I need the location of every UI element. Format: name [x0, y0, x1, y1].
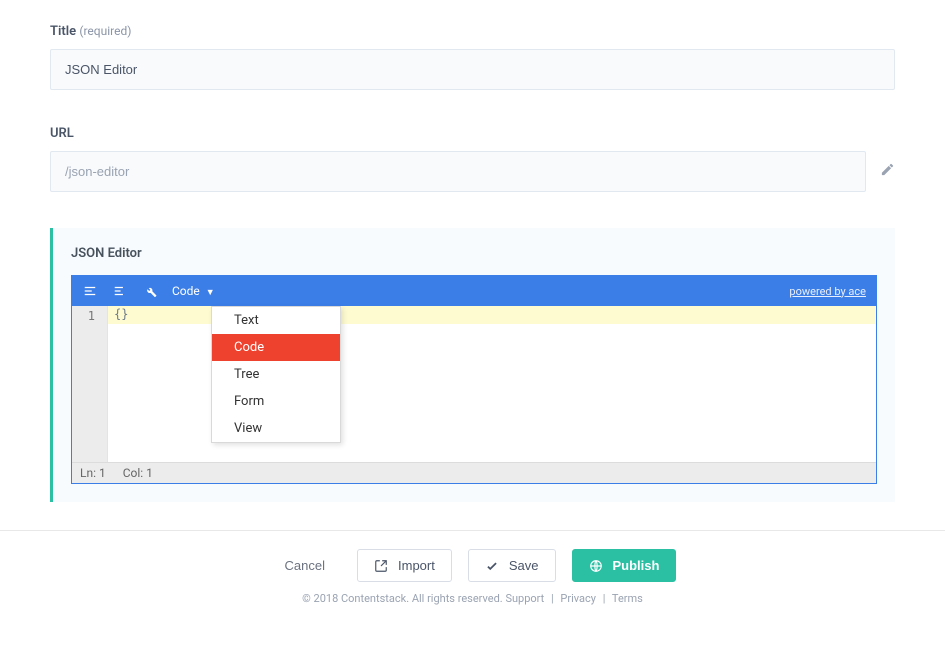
url-input[interactable]: [50, 151, 866, 192]
pencil-icon: [880, 162, 895, 177]
dropdown-item-code[interactable]: Code: [212, 334, 340, 361]
publish-label: Publish: [613, 558, 660, 573]
mode-dropdown-menu: Text Code Tree Form View: [211, 306, 341, 443]
dropdown-item-view[interactable]: View: [212, 415, 340, 442]
editor-status-bar: Ln: 1 Col: 1: [72, 462, 876, 483]
footer-terms-link[interactable]: Terms: [612, 592, 643, 605]
editor-toolbar: Code ▼ powered by ace: [72, 276, 876, 306]
url-label: URL: [50, 126, 895, 141]
footer-separator: |: [603, 592, 606, 605]
cancel-label: Cancel: [285, 558, 325, 573]
json-editor-panel: JSON Editor Code ▼ powered by ace: [50, 228, 895, 502]
code-content: {}: [114, 307, 128, 321]
title-input[interactable]: [50, 49, 895, 90]
editor-body: 1 {} Text Code Tree Form View: [72, 306, 876, 462]
title-field-group: Title (required): [50, 24, 895, 90]
caret-down-icon: ▼: [206, 287, 215, 298]
save-button[interactable]: Save: [468, 549, 556, 582]
editor-gutter: 1: [72, 306, 108, 462]
format-icon[interactable]: [82, 283, 98, 299]
title-label: Title (required): [50, 24, 895, 39]
url-field-group: URL: [50, 126, 895, 192]
mode-label: Code: [172, 284, 200, 298]
footer-support-link[interactable]: Support: [505, 592, 544, 605]
repair-icon[interactable]: [142, 283, 158, 299]
footer-privacy-link[interactable]: Privacy: [560, 592, 596, 605]
powered-by-link[interactable]: powered by ace: [789, 285, 866, 298]
title-label-text: Title: [50, 24, 76, 39]
compact-icon[interactable]: [112, 283, 128, 299]
status-col: Col: 1: [123, 466, 153, 480]
dropdown-item-text[interactable]: Text: [212, 307, 340, 334]
json-editor: Code ▼ powered by ace 1 {} Text Code Tre…: [71, 275, 877, 484]
action-bar: Cancel Import Save Publish: [0, 530, 945, 592]
import-icon: [374, 559, 388, 573]
import-button[interactable]: Import: [357, 549, 452, 582]
publish-button[interactable]: Publish: [572, 549, 677, 582]
check-icon: [485, 559, 499, 573]
footer-copyright: © 2018 Contentstack. All rights reserved…: [302, 592, 503, 605]
footer-separator: |: [551, 592, 554, 605]
gutter-line-number: 1: [72, 309, 95, 323]
status-line: Ln: 1: [80, 466, 106, 480]
footer: © 2018 Contentstack. All rights reserved…: [0, 592, 945, 617]
code-area[interactable]: {} Text Code Tree Form View: [108, 306, 876, 462]
globe-icon: [589, 559, 603, 573]
cancel-button[interactable]: Cancel: [269, 550, 341, 581]
title-required-text: (required): [79, 24, 131, 38]
dropdown-item-tree[interactable]: Tree: [212, 361, 340, 388]
edit-url-button[interactable]: [880, 162, 895, 181]
import-label: Import: [398, 558, 435, 573]
json-panel-title: JSON Editor: [71, 246, 877, 261]
dropdown-item-form[interactable]: Form: [212, 388, 340, 415]
mode-dropdown-trigger[interactable]: Code ▼: [172, 284, 215, 298]
save-label: Save: [509, 558, 539, 573]
